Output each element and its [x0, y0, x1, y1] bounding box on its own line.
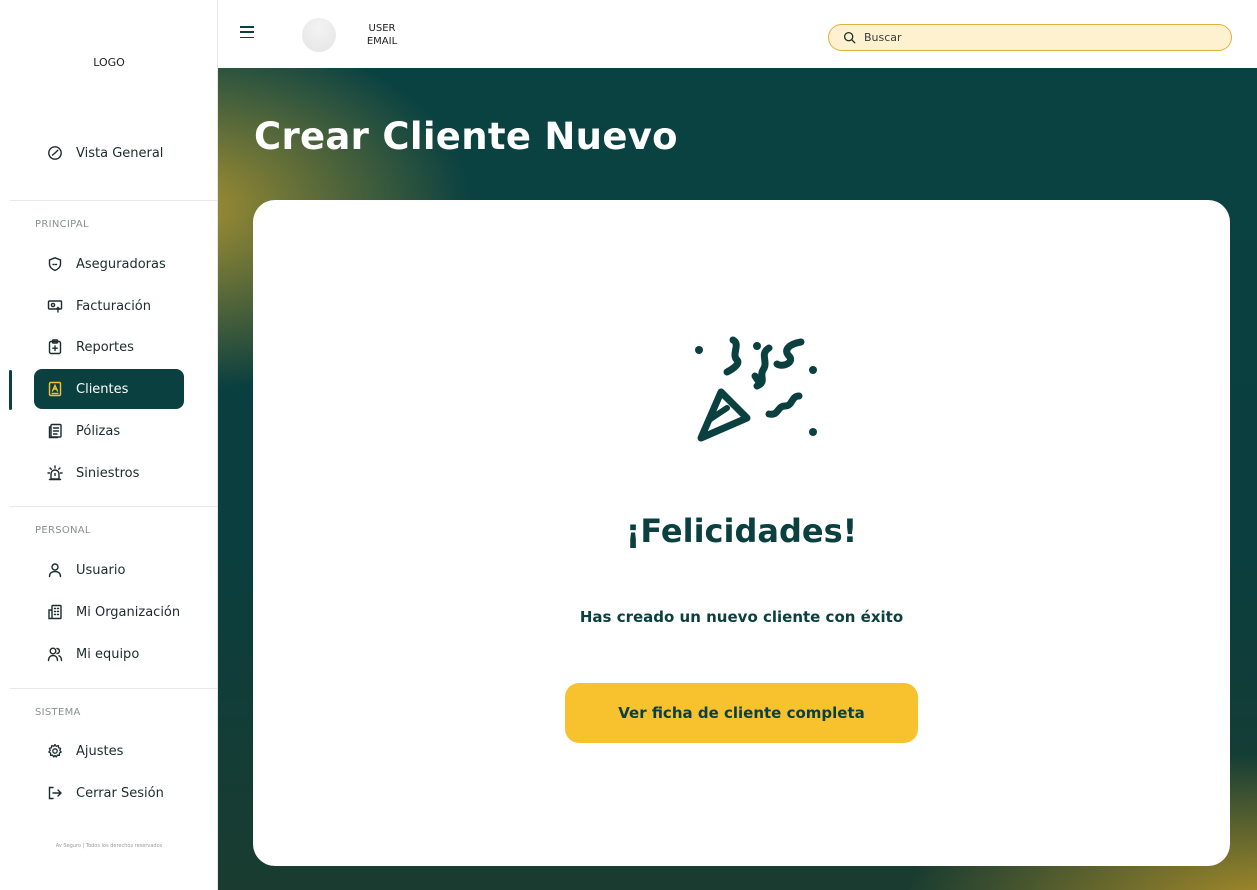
- sidebar-item-label: Cerrar Sesión: [76, 785, 164, 801]
- sidebar-item-cerrar-sesion[interactable]: Cerrar Sesión: [34, 773, 184, 813]
- document-icon: [46, 422, 64, 440]
- sidebar-item-label: Mi Organización: [76, 604, 181, 620]
- sidebar-footer: Av Seguro | Todos los derechos reservado…: [55, 843, 163, 849]
- search-input[interactable]: [864, 31, 1204, 44]
- sidebar-item-reportes[interactable]: Reportes: [34, 327, 184, 367]
- menu-icon[interactable]: [240, 26, 254, 38]
- sidebar-divider: [10, 200, 218, 201]
- sidebar-item-facturacion[interactable]: Facturación: [34, 286, 184, 326]
- avatar[interactable]: [302, 18, 336, 52]
- sidebar-item-equipo[interactable]: Mi equipo: [34, 634, 184, 674]
- success-card: ¡Felicidades! Has creado un nuevo client…: [253, 200, 1230, 866]
- building-icon: [46, 603, 64, 621]
- sidebar-item-label: Vista General: [76, 145, 164, 161]
- success-headline: ¡Felicidades!: [625, 512, 858, 550]
- invoice-icon: [46, 297, 64, 315]
- sidebar-divider: [10, 506, 218, 507]
- confetti-icon: [695, 336, 817, 442]
- section-label-personal: PERSONAL: [35, 525, 91, 536]
- clipboard-plus-icon: [46, 338, 64, 356]
- sidebar-item-siniestros[interactable]: Siniestros: [34, 453, 184, 493]
- success-message: Has creado un nuevo cliente con éxito: [579, 608, 904, 626]
- sidebar-item-vista-general[interactable]: Vista General: [34, 133, 184, 173]
- sidebar-item-label: Aseguradoras: [76, 256, 166, 272]
- sidebar-item-ajustes[interactable]: Ajustes: [34, 731, 184, 771]
- logo: LOGO: [93, 56, 125, 69]
- sidebar-item-clientes[interactable]: Clientes: [34, 369, 184, 409]
- sidebar-item-label: Clientes: [76, 381, 129, 397]
- active-indicator: [9, 370, 12, 410]
- user-name: USER: [368, 23, 396, 34]
- main-content: Crear Cliente Nuevo ¡Felicidades! Has cr…: [218, 68, 1257, 890]
- sidebar: LOGO Vista General PRINCIPAL Aseguradora…: [0, 0, 218, 890]
- sidebar-item-label: Facturación: [76, 298, 151, 314]
- sidebar-divider: [10, 688, 218, 689]
- section-label-sistema: SISTEMA: [35, 707, 81, 718]
- sidebar-item-label: Siniestros: [76, 465, 140, 481]
- sidebar-item-label: Reportes: [76, 339, 134, 355]
- sidebar-item-usuario[interactable]: Usuario: [34, 550, 184, 590]
- sidebar-item-organizacion[interactable]: Mi Organización: [34, 592, 184, 632]
- topbar: USER EMAIL: [218, 0, 1257, 68]
- team-icon: [46, 645, 64, 663]
- gear-icon: [46, 742, 64, 760]
- client-card-icon: [46, 380, 64, 398]
- user-info: USER EMAIL: [346, 22, 418, 48]
- page-title: Crear Cliente Nuevo: [254, 115, 678, 158]
- sidebar-item-aseguradoras[interactable]: Aseguradoras: [34, 244, 184, 284]
- user-email: EMAIL: [366, 36, 398, 47]
- sidebar-item-label: Pólizas: [76, 423, 121, 439]
- search-icon: [843, 31, 856, 44]
- logout-icon: [46, 784, 64, 802]
- sidebar-item-polizas[interactable]: Pólizas: [34, 411, 184, 451]
- search-bar: [828, 24, 1232, 51]
- section-label-principal: PRINCIPAL: [35, 219, 89, 230]
- siren-icon: [46, 464, 64, 482]
- sidebar-item-label: Usuario: [76, 562, 126, 578]
- sidebar-item-label: Ajustes: [76, 743, 124, 759]
- user-icon: [46, 561, 64, 579]
- sidebar-item-label: Mi equipo: [76, 646, 140, 662]
- gauge-icon: [46, 144, 64, 162]
- view-client-button[interactable]: Ver ficha de cliente completa: [565, 683, 918, 743]
- shield-icon: [46, 255, 64, 273]
